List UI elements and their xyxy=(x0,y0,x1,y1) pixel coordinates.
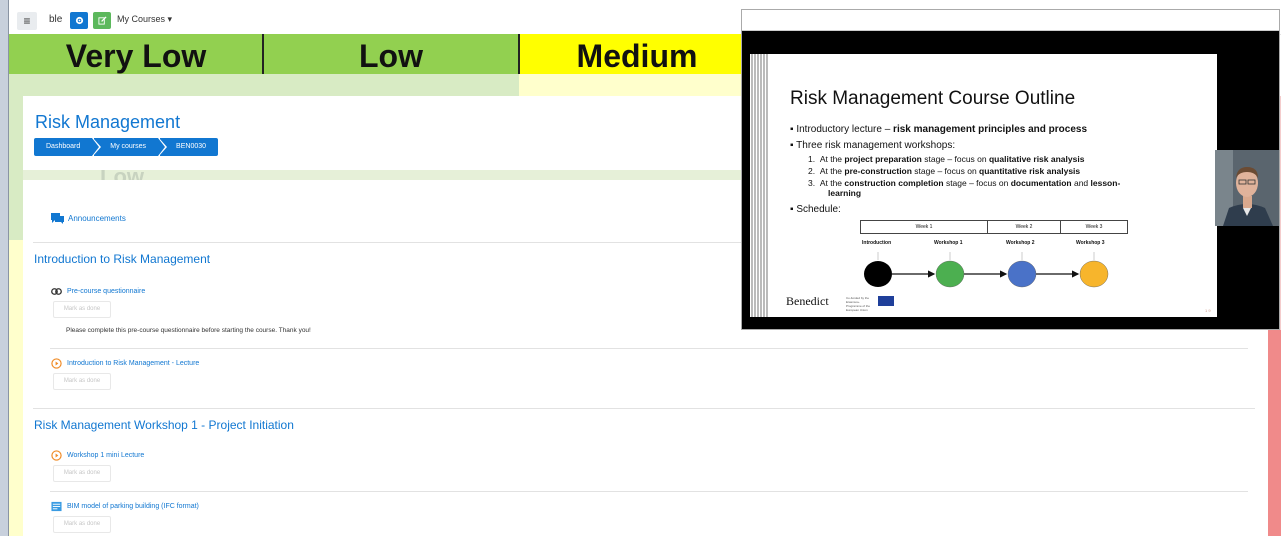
stage-circle xyxy=(935,260,965,288)
presenter-webcam xyxy=(1215,150,1279,226)
slide-item: 1. At the project preparation stage – fo… xyxy=(808,154,1085,164)
slide-bullet: ▪ Introductory lecture – risk management… xyxy=(790,124,1088,135)
stage-label: Workshop 2 xyxy=(1006,240,1035,246)
section-title[interactable]: Introduction to Risk Management xyxy=(34,252,210,266)
video-player[interactable]: Risk Management Course Outline ▪ Introdu… xyxy=(741,9,1280,330)
activity-bim-model[interactable]: BIM model of parking building (IFC forma… xyxy=(51,501,199,512)
week-cell: Week 3 xyxy=(1085,224,1103,230)
breadcrumb-course[interactable]: BEN0030 xyxy=(160,138,219,156)
activity-description: Please complete this pre-course question… xyxy=(66,327,311,334)
slide-item: 2. At the pre-construction stage – focus… xyxy=(808,166,1081,176)
window-frame-left xyxy=(0,0,8,536)
my-courses-menu[interactable]: My Courses ▾ xyxy=(117,14,172,25)
divider xyxy=(33,408,1255,409)
video-topbar xyxy=(742,10,1279,31)
stage-label: Workshop 1 xyxy=(934,240,963,246)
breadcrumb: Dashboard My courses BEN0030 xyxy=(34,138,220,156)
stage-circle xyxy=(864,261,892,287)
mark-as-done-button[interactable]: Mark as done xyxy=(53,373,111,390)
stage-label: Introduction xyxy=(862,240,892,246)
stage-circle xyxy=(1079,260,1109,288)
risk-divider xyxy=(262,34,264,74)
week-cell: Week 2 xyxy=(988,221,1061,233)
activity-intro-lecture[interactable]: Introduction to Risk Management - Lectur… xyxy=(51,358,199,369)
eu-funding-text: Co-funded by the Erasmus+ Programme of t… xyxy=(846,296,871,312)
play-icon xyxy=(51,450,62,461)
file-icon xyxy=(51,501,62,512)
announcements-link[interactable]: Announcements xyxy=(51,213,126,224)
slide-decoration xyxy=(751,54,768,317)
activity-pre-course-questionnaire[interactable]: Pre-course questionnaire xyxy=(51,286,145,297)
slide-bullet: ▪ Schedule: xyxy=(790,204,841,215)
risk-strip-left xyxy=(9,240,23,536)
risk-cell-low: Low xyxy=(263,34,519,74)
site-name-fragment: ble xyxy=(49,14,63,25)
breadcrumb-my-courses[interactable]: My courses xyxy=(94,138,168,156)
risk-strip-right xyxy=(1268,330,1281,536)
eu-flag-icon xyxy=(878,296,894,306)
divider xyxy=(50,491,1248,492)
slide-item: 3. At the construction completion stage … xyxy=(808,178,1121,188)
page-header: Risk Management Dashboard My courses BEN… xyxy=(23,96,746,170)
forum-icon xyxy=(51,213,64,224)
mark-as-done-button[interactable]: Mark as done xyxy=(53,465,111,482)
play-icon xyxy=(51,358,62,369)
stage-circle xyxy=(1007,260,1037,288)
risk-cell-very-low: Very Low xyxy=(9,34,263,74)
breadcrumb-dashboard[interactable]: Dashboard xyxy=(34,138,102,156)
activity-workshop1-lecture[interactable]: Workshop 1 mini Lecture xyxy=(51,450,144,461)
schedule-table: Week 1 Week 2 Week 3 xyxy=(860,220,1128,234)
slide-number: 1 9 xyxy=(1205,308,1211,313)
slide-bullet: ▪ Three risk management workshops: xyxy=(790,140,956,151)
risk-cell xyxy=(263,74,519,96)
risk-cell xyxy=(9,74,263,96)
risk-divider xyxy=(518,34,520,74)
link-icon xyxy=(51,288,62,295)
hamburger-icon[interactable]: ≡ xyxy=(17,12,37,30)
page-title: Risk Management xyxy=(35,112,181,132)
risk-cell-medium: Medium xyxy=(519,34,755,74)
mark-as-done-button[interactable]: Mark as done xyxy=(53,301,111,318)
section-title[interactable]: Risk Management Workshop 1 - Project Ini… xyxy=(34,418,294,432)
edit-icon[interactable] xyxy=(93,12,111,29)
week-cell: Week 1 xyxy=(861,221,988,233)
benedict-logo: Benedict xyxy=(786,294,829,308)
schedule-diagram xyxy=(864,252,1109,288)
mark-as-done-button[interactable]: Mark as done xyxy=(53,516,111,533)
presentation-slide: Risk Management Course Outline ▪ Introdu… xyxy=(750,54,1217,317)
risk-cell xyxy=(519,74,755,96)
stage-label: Workshop 3 xyxy=(1076,240,1105,246)
divider xyxy=(50,348,1248,349)
cog-icon[interactable] xyxy=(70,12,88,29)
slide-item: learning xyxy=(828,188,862,198)
slide-title: Risk Management Course Outline xyxy=(790,88,1076,109)
